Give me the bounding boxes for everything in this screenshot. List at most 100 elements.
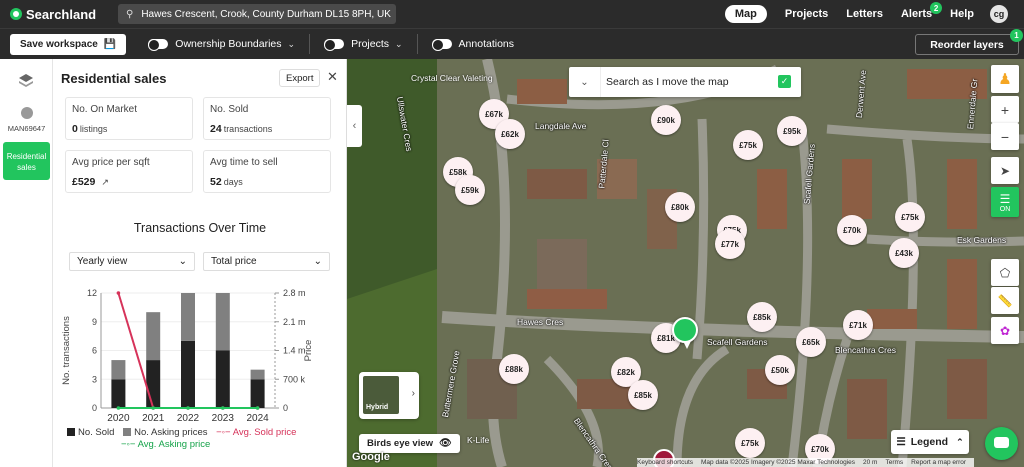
toggle-switch[interactable]	[148, 39, 169, 51]
bar-asking	[250, 369, 265, 380]
divider	[416, 34, 418, 54]
point-avg-asking	[221, 406, 225, 410]
chevron-down-icon[interactable]: ⌄	[395, 39, 403, 50]
ownership-label: Ownership Boundaries	[175, 38, 282, 50]
nav-map[interactable]: Map	[724, 5, 767, 23]
price-marker[interactable]: £85k	[747, 302, 777, 332]
price-marker[interactable]: £90k	[651, 105, 681, 135]
keyboard-shortcuts-link[interactable]: Keyboard shortcuts	[637, 459, 693, 466]
nav-alerts[interactable]: Alerts 2	[900, 2, 943, 20]
y-tick-label: 0	[92, 403, 97, 413]
zoom-out-button[interactable]: −	[991, 123, 1019, 150]
place-label: K-Life	[467, 435, 490, 445]
y-right-axis-label: Price	[303, 340, 314, 362]
map-data-credit: Map data ©2025 Imagery ©2025 Maxar Techn…	[701, 459, 856, 466]
point-avg-asking	[186, 406, 190, 410]
chevron-down-icon[interactable]: ⌄	[569, 67, 601, 97]
price-marker[interactable]: £65k	[796, 327, 826, 357]
legend-button[interactable]: ☰ Legend ⌃	[891, 430, 969, 454]
save-workspace-button[interactable]: Save workspace 💾	[10, 33, 127, 55]
trend-up-icon: ↗	[101, 177, 109, 187]
legend-label: Avg. Sold price	[232, 427, 297, 438]
layers-on-toggle[interactable]: ☰ ON	[991, 187, 1019, 217]
user-account[interactable]: MAN69647	[0, 107, 53, 133]
street-label: Blencathra Cres	[835, 345, 896, 355]
ai-brain-icon[interactable]: ✿	[991, 317, 1019, 344]
street-view-pegman-icon[interactable]: ♟	[991, 65, 1019, 93]
pegman-icon: ♟	[998, 71, 1012, 88]
street-label: Scafell Gardens	[707, 337, 768, 347]
y-right-tick-label: 0	[283, 403, 288, 413]
toggle-switch[interactable]	[431, 39, 452, 51]
map-type-selector[interactable]: Hybrid ›	[359, 372, 419, 419]
price-marker[interactable]: £88k	[499, 354, 529, 384]
collapse-panel-button[interactable]: ‹	[347, 105, 362, 147]
chat-support-button[interactable]	[985, 427, 1018, 460]
legend-avg-asking: −◦− Avg. Asking price	[121, 439, 210, 451]
nav-projects[interactable]: Projects	[785, 8, 828, 20]
price-marker[interactable]: £43k	[889, 238, 919, 268]
checkbox-checked[interactable]: ✓	[778, 75, 791, 88]
layers-icon[interactable]	[18, 73, 34, 89]
legend-swatch	[123, 428, 132, 436]
scale-label: 20 m	[863, 459, 878, 466]
location-search-input[interactable]: ⚲ Hawes Crescent, Crook, County Durham D…	[118, 4, 396, 24]
hybrid-thumbnail[interactable]: Hybrid	[363, 376, 399, 414]
search-as-move-toggle[interactable]: ⌄ Search as I move the map ✓	[569, 67, 801, 97]
navigate-icon[interactable]: ➤	[991, 157, 1019, 184]
polygon-draw-icon[interactable]: ⬠	[991, 259, 1019, 286]
chevron-down-icon: ⌄	[313, 256, 322, 267]
map-canvas[interactable]: Crystal Clear Valeting Langdale Ave Ulls…	[347, 59, 1024, 467]
stat-label: No. On Market	[72, 104, 138, 115]
price-marker[interactable]: £75k	[895, 202, 925, 232]
chevron-right-icon[interactable]: ›	[412, 388, 415, 399]
price-marker[interactable]: £62k	[495, 119, 525, 149]
alerts-count-badge: 2	[930, 2, 943, 14]
save-workspace-label: Save workspace	[20, 38, 98, 50]
terms-link[interactable]: Terms	[885, 459, 903, 466]
app-logo[interactable]: Searchland	[10, 7, 110, 22]
view-select[interactable]: Yearly view ⌄	[69, 252, 195, 271]
stat-on-market: No. On Market 0 listings	[65, 97, 193, 140]
price-marker[interactable]: £71k	[843, 310, 873, 340]
nav-letters[interactable]: Letters	[846, 8, 883, 20]
price-marker[interactable]: £50k	[765, 355, 795, 385]
price-marker[interactable]: £85k	[628, 380, 658, 410]
brain-icon: ✿	[999, 323, 1011, 338]
selected-location-pin[interactable]	[672, 317, 698, 349]
export-button[interactable]: Export	[279, 69, 321, 87]
nav-help[interactable]: Help	[950, 8, 974, 20]
stat-value: 24	[210, 123, 222, 135]
chevron-down-icon[interactable]: ⌄	[288, 39, 296, 50]
price-marker[interactable]: £75k	[733, 130, 763, 160]
close-icon[interactable]: ✕	[327, 69, 338, 85]
price-marker[interactable]: £75k	[735, 428, 765, 458]
zoom-in-button[interactable]: +	[991, 96, 1019, 123]
projects-toggle[interactable]: Projects ⌄	[324, 38, 403, 51]
residential-sales-tab[interactable]: Residential sales	[3, 142, 50, 180]
y-tick-label: 12	[87, 288, 97, 298]
nav-alerts-label: Alerts	[900, 8, 933, 20]
ruler-icon[interactable]: 📏	[991, 287, 1019, 314]
panel-title: Residential sales	[61, 71, 167, 86]
stat-price-per-sqft: Avg price per sqft £529 ↗	[65, 150, 193, 193]
projects-label: Projects	[351, 38, 389, 50]
price-marker[interactable]: £77k	[715, 229, 745, 259]
ownership-boundaries-toggle[interactable]: Ownership Boundaries ⌄	[148, 38, 296, 51]
annotations-toggle[interactable]: Annotations	[431, 38, 514, 51]
legend-label: Legend	[910, 436, 949, 448]
bar-sold	[250, 379, 265, 408]
reorder-layers-button[interactable]: Reorder layers 1	[915, 29, 1023, 55]
toggle-switch[interactable]	[324, 39, 345, 51]
report-error-link[interactable]: Report a map error	[911, 459, 966, 466]
price-marker[interactable]: £95k	[777, 116, 807, 146]
price-marker[interactable]: £59k	[455, 175, 485, 205]
price-marker[interactable]: £70k	[837, 215, 867, 245]
price-marker[interactable]: £80k	[665, 192, 695, 222]
metric-select[interactable]: Total price ⌄	[203, 252, 330, 271]
tab-label-1: Residential	[6, 152, 47, 161]
logo-icon	[10, 8, 22, 20]
legend-icon: ☰	[896, 436, 906, 448]
avatar[interactable]: cg	[990, 5, 1008, 23]
user-icon	[20, 107, 33, 119]
